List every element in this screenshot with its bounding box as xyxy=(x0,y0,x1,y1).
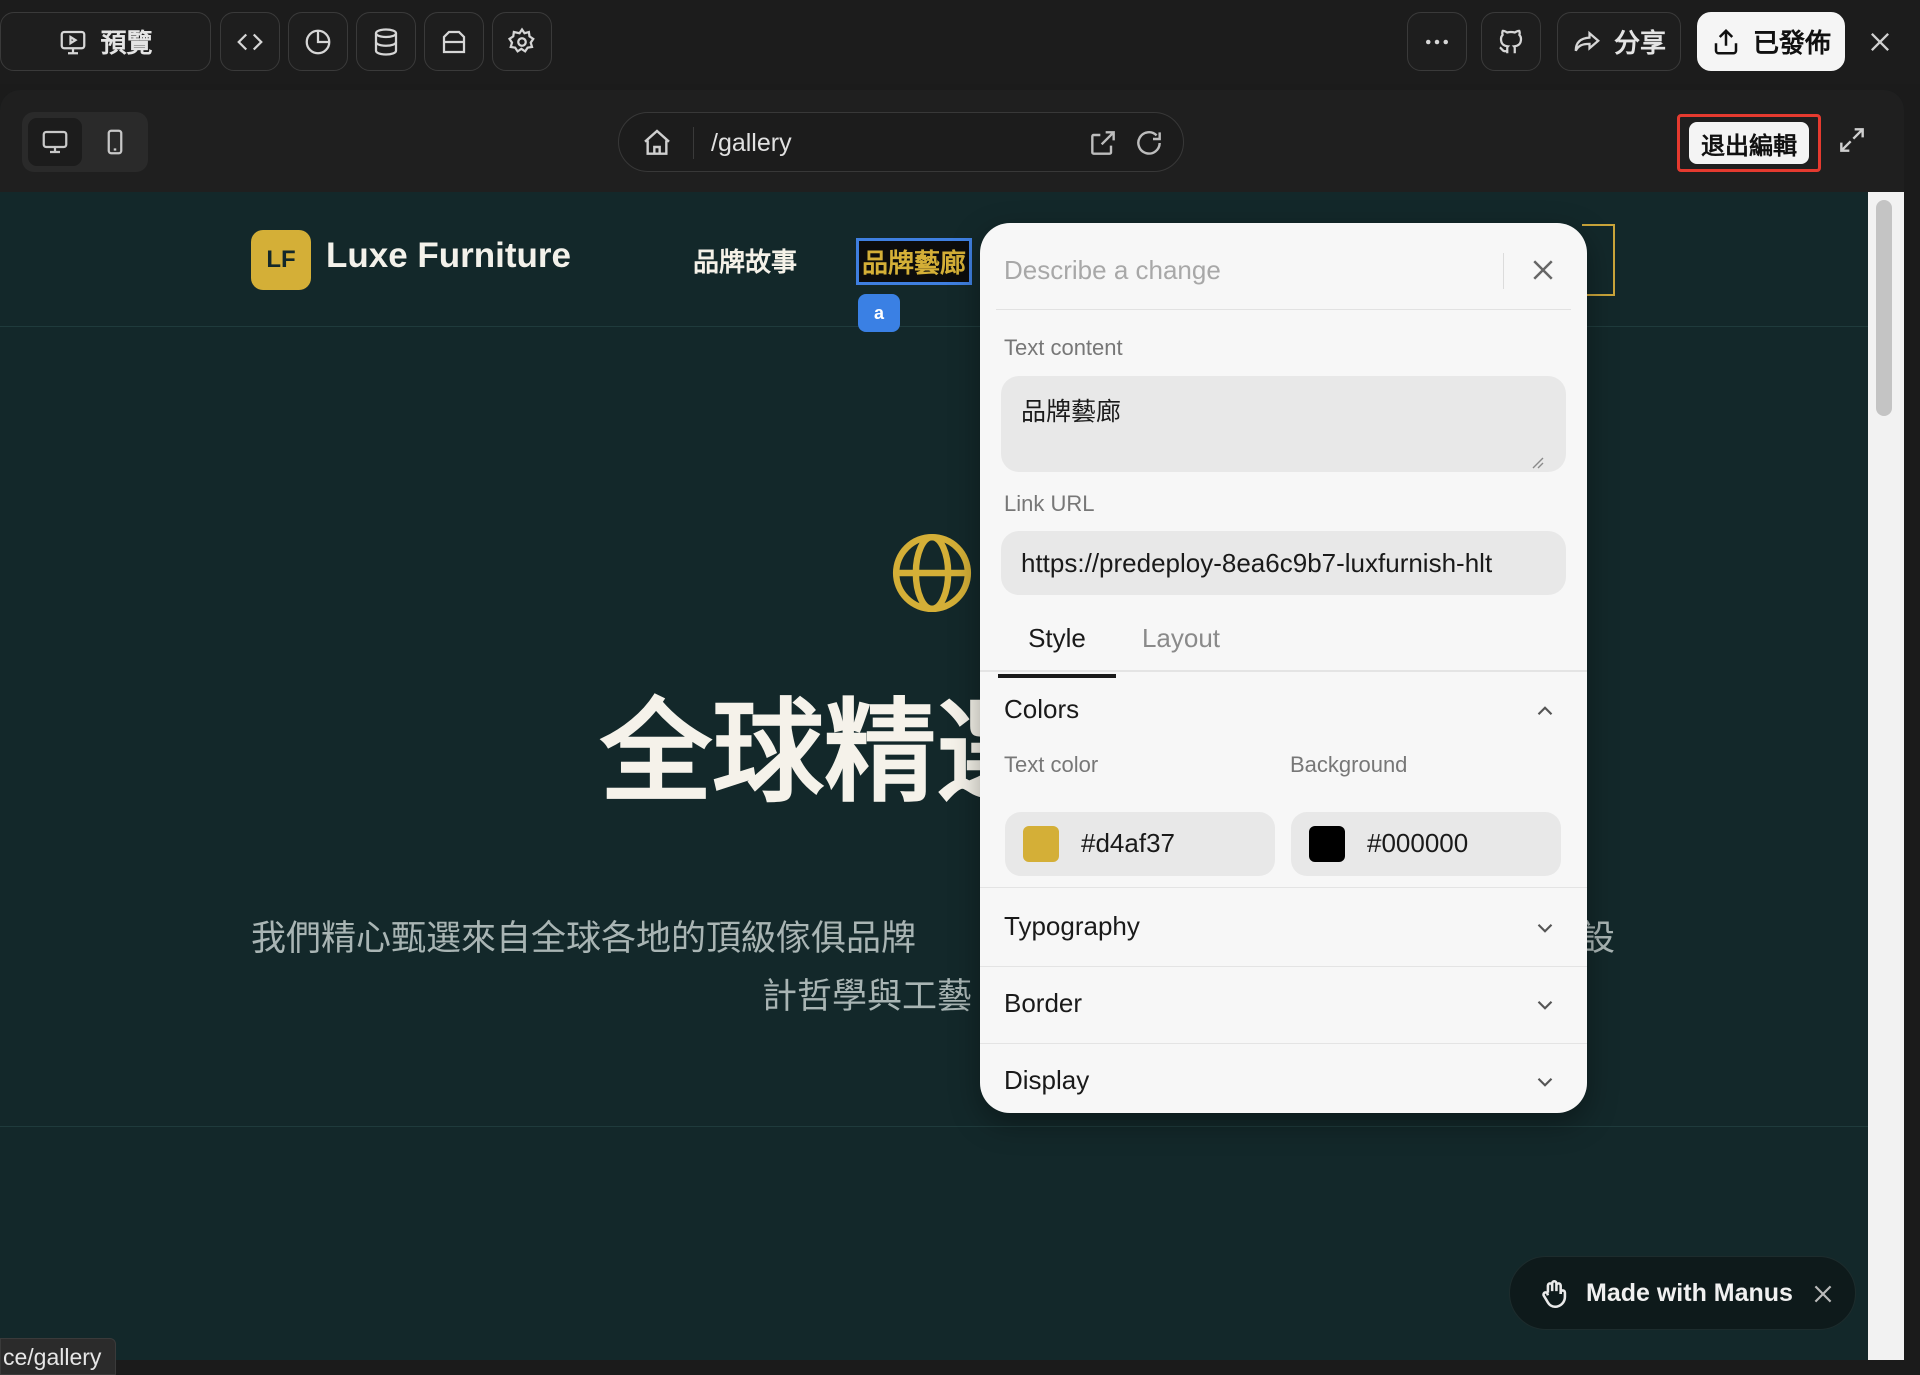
text-content-field[interactable]: 品牌藝廊 xyxy=(1001,376,1566,472)
hero-subtitle-line2: 計哲學與工藝 xyxy=(762,977,973,1017)
made-with-manus-badge[interactable]: Made with Manus xyxy=(1509,1256,1856,1330)
colors-title[interactable]: Colors xyxy=(1004,694,1079,725)
address-separator xyxy=(693,127,694,159)
exit-edit-button[interactable]: 退出編輯 xyxy=(1689,122,1809,164)
display-title: Display xyxy=(1004,1065,1090,1095)
background-color-swatch[interactable] xyxy=(1309,826,1345,862)
database-icon xyxy=(374,27,398,56)
reload-icon[interactable] xyxy=(1133,127,1165,159)
panel-divider xyxy=(996,309,1571,310)
share-button[interactable]: 分享 xyxy=(1557,12,1681,71)
globe-icon xyxy=(892,533,972,613)
link-url-field[interactable]: https://predeploy-8ea6c9b7-luxfurnish-hl… xyxy=(1001,531,1566,595)
typography-title: Typography xyxy=(1004,911,1140,941)
element-tag-badge: a xyxy=(858,294,900,332)
close-icon[interactable] xyxy=(1528,255,1558,285)
mobile-icon xyxy=(107,129,123,155)
settings-button[interactable] xyxy=(492,12,552,71)
typography-section[interactable]: Typography xyxy=(980,889,1587,967)
background-color-field[interactable]: #000000 xyxy=(1291,812,1561,876)
close-icon[interactable] xyxy=(1810,1281,1836,1307)
external-link-icon[interactable] xyxy=(1087,127,1119,159)
close-icon xyxy=(1871,33,1889,51)
folder-icon xyxy=(442,30,466,53)
display-section[interactable]: Display xyxy=(980,1043,1587,1113)
site-page: LF Luxe Furniture 品牌故事 品牌藝廊 a 全球精選 我們精心甄… xyxy=(0,192,1868,1360)
chevron-down-icon xyxy=(1537,923,1553,933)
edit-panel: Describe a change Text content 品牌藝廊 Link… xyxy=(980,223,1587,1113)
brand-name[interactable]: Luxe Furniture xyxy=(326,236,571,276)
github-button[interactable] xyxy=(1481,12,1541,71)
code-icon xyxy=(237,33,263,50)
page-scrollbar[interactable] xyxy=(1868,192,1904,1360)
device-toggle xyxy=(22,112,148,172)
resize-handle-icon[interactable] xyxy=(1530,455,1544,469)
chevron-down-icon xyxy=(1537,1077,1553,1087)
published-label: 已發佈 xyxy=(1752,29,1831,59)
background-label: Background xyxy=(1290,752,1408,777)
made-with-manus-label: Made with Manus xyxy=(1586,1279,1793,1307)
published-button[interactable]: 已發佈 xyxy=(1697,12,1845,71)
monitor-play-icon xyxy=(61,30,86,54)
close-window-button[interactable] xyxy=(1860,22,1900,62)
text-color-swatch[interactable] xyxy=(1023,826,1059,862)
share-label: 分享 xyxy=(1613,29,1666,59)
tab-style[interactable]: Style xyxy=(998,618,1116,678)
address-path[interactable]: /gallery xyxy=(711,127,792,159)
section-divider xyxy=(0,1126,1868,1127)
share-icon xyxy=(1574,30,1600,51)
chevron-down-icon xyxy=(1537,1000,1553,1010)
pie-chart-icon xyxy=(305,29,331,54)
gear-icon xyxy=(507,26,535,53)
more-dots-icon xyxy=(1426,39,1448,44)
chevron-up-icon[interactable] xyxy=(1532,698,1558,724)
browser-bar: /gallery 退出編輯 xyxy=(0,90,1904,192)
logo-badge[interactable]: LF xyxy=(251,230,311,290)
code-button[interactable] xyxy=(220,12,280,71)
nav-link-brand-story[interactable]: 品牌故事 xyxy=(693,242,797,279)
text-color-value: #d4af37 xyxy=(1081,828,1175,858)
more-button[interactable] xyxy=(1407,12,1467,71)
nav-divider xyxy=(0,326,1868,327)
mobile-view-button[interactable] xyxy=(88,118,142,166)
desktop-icon xyxy=(42,130,68,154)
github-icon xyxy=(1499,29,1523,53)
panel-header-separator xyxy=(1503,253,1504,289)
exit-edit-highlight: 退出編輯 xyxy=(1677,114,1821,172)
desktop-view-button[interactable] xyxy=(28,118,82,166)
border-section[interactable]: Border xyxy=(980,966,1587,1044)
analytics-button[interactable] xyxy=(288,12,348,71)
text-content-label: Text content xyxy=(1004,335,1123,360)
home-icon[interactable] xyxy=(641,127,673,159)
border-title: Border xyxy=(1004,988,1083,1018)
hero-subtitle-line1: 我們精心甄選來自全球各地的頂級傢俱品牌 xyxy=(251,919,917,959)
colors-section: Colors Text color Background #d4af37 #00… xyxy=(980,672,1587,888)
nav-link-brand-gallery[interactable]: 品牌藝廊 xyxy=(856,238,973,285)
preview-button[interactable]: 預覽 xyxy=(0,12,211,71)
scrollbar-thumb[interactable] xyxy=(1876,200,1892,416)
expand-icon[interactable] xyxy=(1836,124,1868,156)
text-color-field[interactable]: #d4af37 xyxy=(1005,812,1275,876)
files-button[interactable] xyxy=(424,12,484,71)
link-url-label: Link URL xyxy=(1004,491,1095,516)
preview-label: 預覽 xyxy=(100,29,153,59)
hand-wave-icon xyxy=(1542,1280,1567,1309)
preview-frame: /gallery 退出編輯 LF Luxe Furniture 品牌故事 品牌藝… xyxy=(0,90,1904,1360)
background-color-value: #000000 xyxy=(1367,828,1469,858)
status-url: ce/gallery xyxy=(0,1338,116,1375)
database-button[interactable] xyxy=(356,12,416,71)
address-bar[interactable]: /gallery xyxy=(618,112,1184,172)
top-toolbar: 預覽 分享 已發佈 xyxy=(0,0,1920,84)
tab-layout[interactable]: Layout xyxy=(1126,618,1236,678)
text-color-label: Text color xyxy=(1004,752,1099,777)
describe-change-input[interactable]: Describe a change xyxy=(1004,255,1221,286)
upload-icon xyxy=(1714,28,1738,54)
